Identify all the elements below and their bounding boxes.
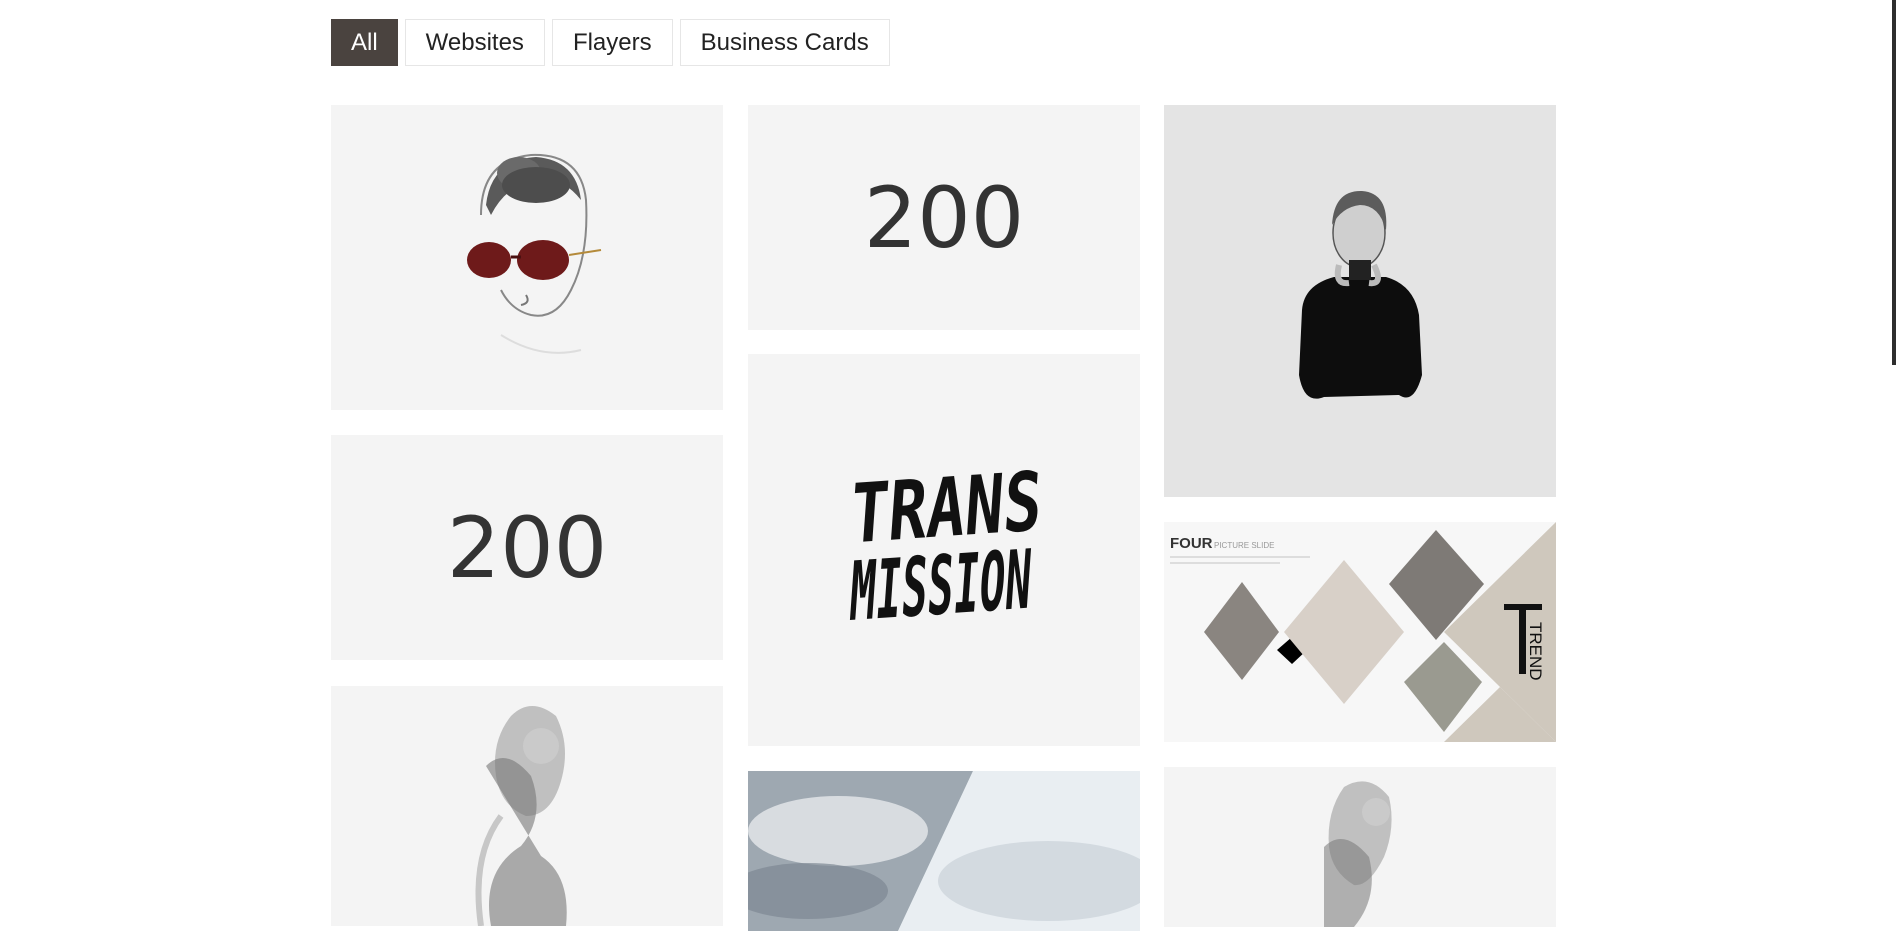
transmission-line-2: MISSION xyxy=(847,533,1035,640)
logo-200-text: 200 xyxy=(864,169,1024,267)
four-picture-slide-image: FOUR PICTURE SLIDE TREND xyxy=(1170,522,1556,742)
slide-trend-text: TREND xyxy=(1526,622,1545,681)
woman-sweater-image xyxy=(1299,190,1422,399)
double-exposure-image xyxy=(475,706,567,926)
logo-200-text: 200 xyxy=(447,499,607,597)
portfolio-item-200-logo[interactable]: 200 xyxy=(748,105,1140,330)
portfolio-item-sunglasses-woman[interactable] xyxy=(331,105,723,410)
double-exposure-image xyxy=(1324,781,1392,927)
portfolio-item-sky[interactable] xyxy=(748,771,1140,931)
transmission-typography-image: TRANS MISSION xyxy=(847,455,1046,640)
portfolio-item-woman-sweater[interactable] xyxy=(1164,105,1556,497)
filter-all[interactable]: All xyxy=(331,19,398,66)
200-logo-image: 200 xyxy=(447,499,607,597)
portfolio-item-double-exposure[interactable] xyxy=(331,686,723,926)
filter-websites[interactable]: Websites xyxy=(404,19,545,66)
scrollbar-thumb[interactable] xyxy=(1892,0,1896,365)
filter-flayers[interactable]: Flayers xyxy=(551,19,673,66)
portfolio-filter-bar: All Websites Flayers Business Cards xyxy=(331,19,890,66)
sky-photo-image xyxy=(748,771,1140,931)
slide-title: FOUR xyxy=(1170,535,1213,552)
sunglasses-woman-image xyxy=(467,153,602,354)
200-logo-image: 200 xyxy=(864,169,1024,267)
slide-subtitle: PICTURE SLIDE xyxy=(1214,541,1274,550)
portfolio-item-four-picture-slide[interactable]: FOUR PICTURE SLIDE TREND xyxy=(1164,522,1556,742)
portfolio-item-200-logo[interactable]: 200 xyxy=(331,435,723,660)
filter-business-cards[interactable]: Business Cards xyxy=(679,19,890,66)
portfolio-item-double-exposure[interactable] xyxy=(1164,767,1556,927)
portfolio-item-transmission[interactable]: TRANS MISSION xyxy=(748,354,1140,746)
